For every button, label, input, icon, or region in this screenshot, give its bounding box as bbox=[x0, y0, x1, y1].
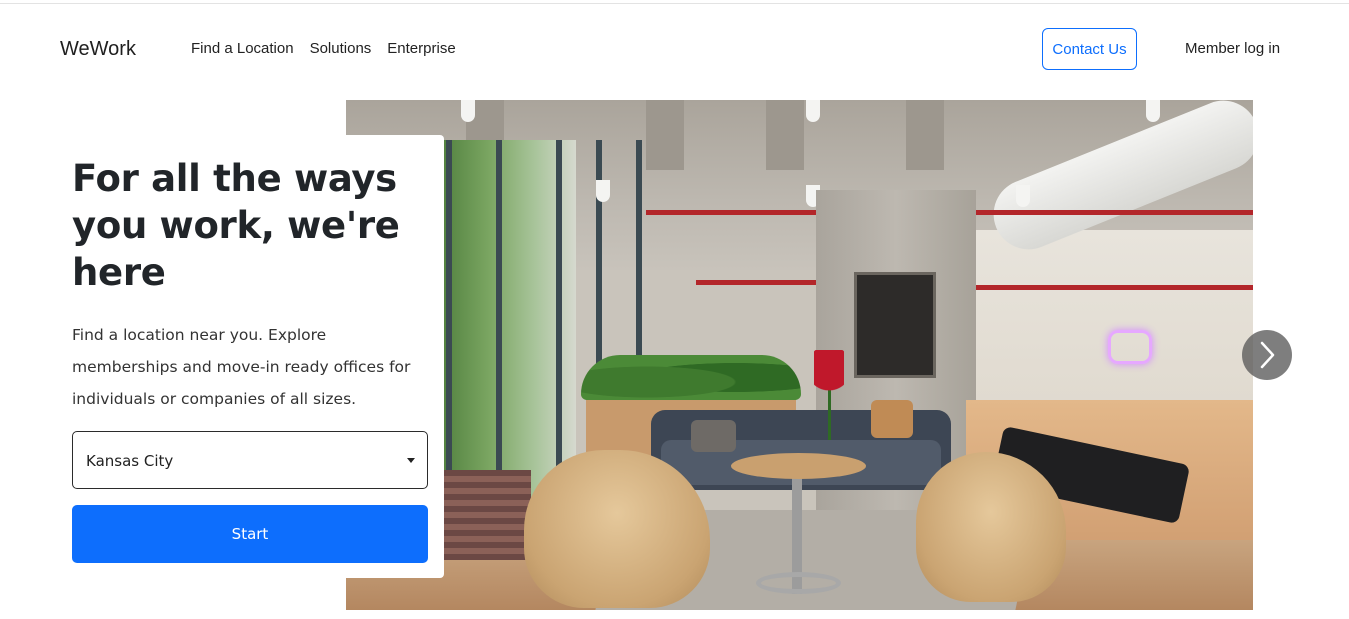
chevron-right-icon bbox=[1260, 341, 1275, 369]
location-select-value: Kansas City bbox=[86, 452, 174, 470]
location-select[interactable]: Kansas City bbox=[72, 431, 428, 489]
start-button[interactable]: Start bbox=[72, 505, 428, 563]
member-login-link[interactable]: Member log in bbox=[1185, 40, 1280, 57]
carousel-next-button[interactable] bbox=[1242, 330, 1292, 380]
caret-down-icon bbox=[407, 458, 415, 463]
hero-card: For all the ways you work, we're here Fi… bbox=[53, 135, 444, 578]
hero-subtext: Find a location near you. Explore member… bbox=[72, 326, 411, 408]
nav-enterprise[interactable]: Enterprise bbox=[387, 40, 455, 57]
nav-find-location[interactable]: Find a Location bbox=[191, 40, 294, 57]
contact-us-button[interactable]: Contact Us bbox=[1042, 28, 1137, 70]
nav-solutions[interactable]: Solutions bbox=[310, 40, 372, 57]
hero-headline: For all the ways you work, we're here bbox=[72, 157, 400, 294]
main-nav: Find a Location Solutions Enterprise bbox=[191, 40, 456, 57]
brand-logo[interactable]: WeWork bbox=[60, 38, 136, 61]
top-divider bbox=[0, 3, 1349, 4]
hero-image bbox=[346, 100, 1253, 610]
